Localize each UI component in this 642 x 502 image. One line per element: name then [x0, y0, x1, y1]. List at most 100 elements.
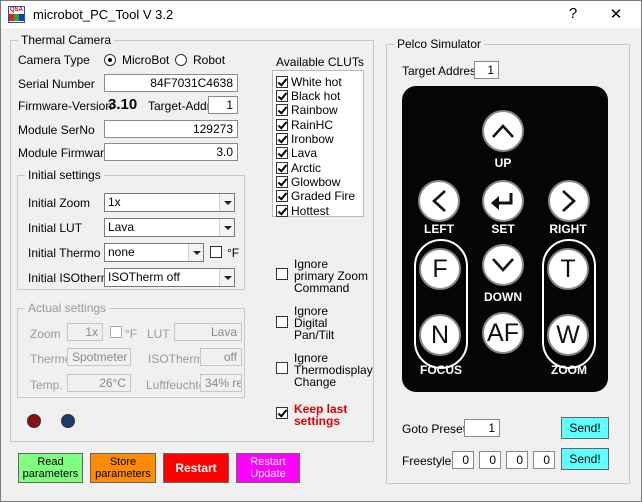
- freestyle-byte-3[interactable]: 0: [506, 451, 528, 469]
- focus-far-button[interactable]: F: [419, 248, 461, 290]
- freestyle-byte-1[interactable]: 0: [452, 451, 474, 469]
- ignore-thermo-checkbox[interactable]: [276, 362, 288, 374]
- target-address-field[interactable]: 1: [474, 61, 499, 79]
- actual-temp-label: Temp.: [30, 378, 63, 392]
- goto-preset-field[interactable]: 1: [464, 419, 500, 437]
- clut-item[interactable]: RainHC: [276, 117, 333, 132]
- initial-lut-select[interactable]: Lava: [104, 218, 235, 237]
- zoom-tele-button[interactable]: T: [547, 248, 589, 290]
- ignore-zoom-checkbox[interactable]: [276, 268, 288, 280]
- clut-item[interactable]: Rainbow: [276, 103, 338, 117]
- zoom-tele-key: T: [560, 254, 576, 283]
- initial-zoom-select[interactable]: 1x: [104, 193, 235, 212]
- ignore-pantilt-checkbox[interactable]: [276, 316, 288, 328]
- help-button[interactable]: ?: [563, 5, 583, 22]
- actual-humidity-label: Luftfeuchte: [146, 378, 206, 392]
- chevron-down-icon[interactable]: [219, 219, 234, 236]
- actual-fahrenheit-checkbox: [110, 326, 122, 338]
- clut-checkbox[interactable]: [276, 104, 288, 117]
- clut-checkbox[interactable]: [276, 118, 288, 131]
- initial-isotherm-label: Initial ISOtherm: [28, 271, 111, 285]
- focus-near-button[interactable]: N: [419, 314, 461, 356]
- close-button[interactable]: ✕: [606, 5, 626, 23]
- clut-checkbox[interactable]: [276, 75, 288, 88]
- clut-item[interactable]: Lava: [276, 146, 317, 160]
- clut-checkbox[interactable]: [276, 147, 288, 160]
- right-button[interactable]: [548, 180, 590, 222]
- title-bar: QSA microbot_PC_Tool V 3.2 ? ✕: [1, 1, 641, 28]
- left-button[interactable]: [418, 180, 460, 222]
- freestyle-byte-4[interactable]: 0: [533, 451, 555, 469]
- keep-last-checkbox[interactable]: [276, 407, 288, 419]
- set-button[interactable]: [482, 180, 524, 222]
- actual-lut-field: Lava: [174, 323, 242, 341]
- clut-item[interactable]: Hottest: [276, 203, 329, 218]
- clut-checkbox[interactable]: [276, 190, 288, 203]
- actual-settings-title: Actual settings: [25, 301, 110, 315]
- down-button[interactable]: [482, 244, 524, 286]
- window-title: microbot_PC_Tool V 3.2: [33, 7, 174, 22]
- clut-item[interactable]: Glowbow: [276, 174, 340, 189]
- actual-isotherm-label: ISOTherm: [148, 352, 204, 366]
- actual-thermo-field: Spotmeter: [67, 348, 131, 366]
- focus-near-key: N: [430, 320, 450, 349]
- initial-settings-title: Initial settings: [25, 168, 104, 182]
- freestyle-send-button[interactable]: Send!: [561, 448, 609, 470]
- actual-temp-field: 26°C: [67, 374, 131, 392]
- clut-item[interactable]: Black hot: [276, 88, 340, 103]
- clut-checkbox[interactable]: [276, 204, 288, 217]
- radio-robot[interactable]: [175, 54, 187, 66]
- initial-thermo-value: none: [108, 245, 135, 259]
- up-button[interactable]: [482, 110, 524, 152]
- set-label: SET: [491, 222, 515, 236]
- chevron-down-icon[interactable]: [188, 244, 203, 261]
- clut-checkbox[interactable]: [276, 175, 288, 188]
- chevron-down-icon[interactable]: [219, 194, 234, 211]
- restart-update-button[interactable]: Restart Update: [236, 453, 300, 483]
- chevron-left-icon: [432, 190, 446, 212]
- focus-label: FOCUS: [420, 363, 462, 377]
- freestyle-label: Freestyle: [402, 454, 452, 468]
- goto-send-button[interactable]: Send!: [561, 417, 609, 439]
- clut-checkbox[interactable]: [276, 90, 288, 103]
- cluts-title: Available CLUTs: [276, 55, 364, 69]
- clut-item[interactable]: Ironbow: [276, 131, 334, 146]
- chevron-down-icon[interactable]: [219, 269, 234, 286]
- radio-microbot[interactable]: [104, 54, 116, 66]
- zoom-wide-button[interactable]: W: [547, 314, 589, 356]
- autofocus-button[interactable]: AF: [482, 312, 524, 354]
- zoom-wide-key: W: [556, 320, 580, 349]
- clut-checkbox[interactable]: [276, 133, 288, 146]
- up-label: UP: [494, 156, 512, 170]
- clut-label: Rainbow: [291, 103, 338, 118]
- clut-item[interactable]: White hot: [276, 74, 342, 89]
- freestyle-byte-2[interactable]: 0: [479, 451, 501, 469]
- clut-checkbox[interactable]: [276, 161, 288, 174]
- left-label: LEFT: [424, 222, 454, 236]
- clut-item[interactable]: Graded Fire: [276, 188, 355, 203]
- serial-number-field[interactable]: 84F7031C4638: [104, 74, 238, 92]
- ignore-pantilt-label: Ignore Digital Pan/Tilt: [294, 304, 335, 342]
- initial-thermo-select[interactable]: none: [104, 243, 204, 262]
- radio-robot-label: Robot: [193, 53, 226, 67]
- actual-humidity-field: 34% rel: [200, 374, 242, 392]
- clut-label: White hot: [291, 74, 342, 89]
- module-serno-field[interactable]: 129273: [104, 120, 238, 138]
- radio-microbot-label: MicroBot: [122, 53, 170, 67]
- pelco-simulator-title: Pelco Simulator: [394, 37, 485, 51]
- ignore-thermo-label: Ignore Thermodisplay Change: [294, 351, 373, 389]
- initial-isotherm-select[interactable]: ISOTherm off: [104, 268, 235, 287]
- initial-fahrenheit-checkbox[interactable]: [210, 246, 222, 258]
- store-parameters-button[interactable]: Store parameters: [90, 453, 156, 483]
- target-addr-label: Target-Addr: [148, 99, 211, 113]
- status-led-blue: [61, 414, 75, 428]
- target-address-label: Target Address: [402, 64, 483, 78]
- remote-control: UP LEFT SET RIGHT F DOWN T N AF W FOCUS …: [402, 86, 608, 392]
- module-firmware-field[interactable]: 3.0: [104, 143, 238, 161]
- target-addr-field[interactable]: 1: [208, 96, 238, 114]
- restart-button[interactable]: Restart: [163, 453, 229, 483]
- ignore-zoom-label: Ignore primary Zoom Command: [294, 257, 369, 295]
- clut-item[interactable]: Arctic: [276, 160, 321, 175]
- initial-thermo-label: Initial Thermo: [28, 246, 101, 260]
- read-parameters-button[interactable]: Read parameters: [18, 453, 83, 483]
